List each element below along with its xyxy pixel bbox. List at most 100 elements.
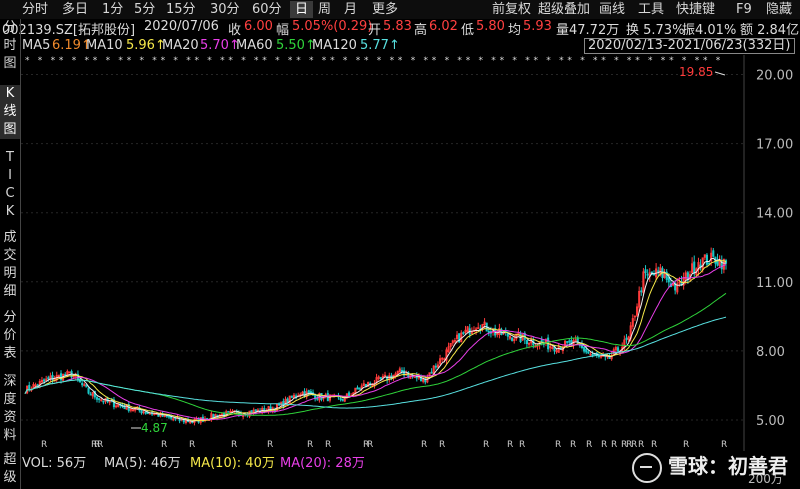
rights-marker: R [161, 440, 167, 450]
candle-body [568, 340, 571, 343]
left-tab-tick[interactable]: TICK [0, 149, 20, 221]
candle-body [693, 261, 696, 274]
event-star-icon: * [254, 56, 259, 66]
candle-body [434, 365, 437, 368]
rights-marker: R [638, 440, 644, 450]
period-tab-3[interactable]: 5分 [134, 1, 155, 18]
candle-body [430, 371, 433, 374]
event-star-icon: * [614, 56, 619, 66]
candle-body [525, 339, 528, 345]
left-tab-time[interactable]: 分时图 [0, 19, 20, 73]
event-star-icon: * [343, 56, 348, 66]
rights-marker: R [555, 440, 561, 450]
rights-marker: R [611, 440, 617, 450]
avg-label: 均 [508, 23, 522, 38]
left-tab-price[interactable]: 分价表 [0, 309, 20, 363]
left-tab-kline[interactable]: K线图 [0, 85, 20, 139]
rights-marker: R [586, 440, 592, 450]
candle-body [587, 351, 590, 354]
event-star-icon: * [377, 56, 382, 66]
period-tab-6[interactable]: 60分 [252, 1, 282, 18]
candle-body [85, 384, 88, 388]
rights-marker: R [41, 440, 47, 450]
rights-marker: R [507, 440, 513, 450]
period-tab-10[interactable]: 更多 [372, 1, 398, 18]
tool-button-6[interactable]: 隐藏 [766, 1, 792, 18]
ma120-line [24, 316, 727, 409]
period-tab-1[interactable]: 多日 [62, 1, 88, 18]
rights-marker: R [483, 440, 489, 450]
candle-body [227, 410, 230, 413]
change-value: 5.05%(0.29) [292, 19, 373, 34]
ma20-label: MA20 [162, 38, 199, 53]
quote-date: 2020/07/06 [144, 19, 219, 34]
period-tab-5[interactable]: 30分 [210, 1, 240, 18]
rights-marker: R [421, 440, 427, 450]
period-tab-9[interactable]: 月 [344, 1, 357, 18]
ma5-label: MA5 [22, 38, 51, 53]
left-tab-detail[interactable]: 成交明细 [0, 229, 20, 301]
event-star-icon: * [398, 56, 403, 66]
volume-value: 量47.72万 [556, 23, 620, 38]
event-star-icon: * [207, 56, 212, 66]
rights-marker: R [721, 440, 727, 450]
close-value: 6.00 [244, 19, 273, 34]
period-tab-0[interactable]: 分时 [22, 1, 48, 18]
high-annotation: 19.85 [679, 65, 713, 79]
event-star-icon: * [288, 56, 293, 66]
period-toolbar: 分时 多日 1分 5分 15分 30分 60分日周月更多 前复权 超级叠加 画线 工具 快捷键 F9 隐藏 [0, 0, 800, 19]
kline-chart[interactable]: 5.00 8.00 11.00 14.00 17.00 20.00 * * * * * * * * * * * *… [21, 55, 800, 451]
event-star-icon: * [593, 56, 598, 66]
low-label: 低 [461, 23, 475, 38]
candle-body [43, 379, 46, 382]
candle-body [379, 377, 382, 380]
left-tab-depth[interactable]: 深度资料 [0, 373, 20, 445]
date-range-box[interactable]: 2020/02/13-2021/06/23(332日) [584, 38, 795, 54]
event-star-icon: * [59, 56, 64, 66]
tool-button-3[interactable]: 工具 [638, 1, 664, 18]
event-star-icon: * [567, 56, 572, 66]
event-star-icon: * [118, 56, 123, 66]
y-tick-label: 11.00 [756, 276, 793, 291]
period-tab-7[interactable]: 日 [290, 1, 314, 18]
candle-body [356, 387, 359, 390]
event-star-icon: * [601, 56, 606, 66]
event-star-icon: * [525, 56, 530, 66]
amount-value: 额 2.84亿 [740, 23, 800, 38]
tool-button-2[interactable]: 画线 [599, 1, 625, 18]
close-label: 收 [228, 23, 242, 38]
period-tab-8[interactable]: 周 [318, 1, 331, 18]
candle-body [640, 290, 643, 293]
event-star-icon: * [445, 56, 450, 66]
ma20-value: 5.70↑ [200, 38, 240, 53]
candle-body [585, 348, 588, 353]
event-star-icon: * [330, 56, 335, 66]
low-value: 5.80 [476, 19, 505, 34]
tool-button-5[interactable]: F9 [736, 1, 752, 18]
rights-marker: R [189, 440, 195, 450]
tool-button-4[interactable]: 快捷键 [676, 1, 715, 18]
vol-ma20: MA(20): 28万 [280, 456, 365, 471]
candle-body [303, 390, 306, 397]
event-star-icon: * [195, 56, 200, 66]
period-tab-4[interactable]: 15分 [166, 1, 196, 18]
candle-body [400, 370, 404, 373]
candle-body [341, 398, 344, 402]
period-tab-2[interactable]: 1分 [102, 1, 123, 18]
event-star-icon: * [356, 56, 361, 66]
event-star-icon: * [275, 56, 280, 66]
candle-body [566, 341, 569, 343]
tool-button-1[interactable]: 超级叠加 [538, 1, 590, 18]
event-star-icon: * [635, 56, 640, 66]
event-star-icon: * [140, 56, 145, 66]
event-star-icon: * [669, 56, 674, 66]
event-star-icon: * [424, 56, 429, 66]
candle-body [511, 337, 514, 341]
change-label: 幅 [276, 23, 290, 38]
tool-button-0[interactable]: 前复权 [492, 1, 531, 18]
left-tab-super[interactable]: 超级 [0, 451, 20, 487]
watermark-text: 雪球：初善君 [668, 454, 788, 478]
candle-body [591, 354, 594, 356]
event-star-icon: * [186, 56, 191, 66]
candle-body [347, 392, 351, 397]
